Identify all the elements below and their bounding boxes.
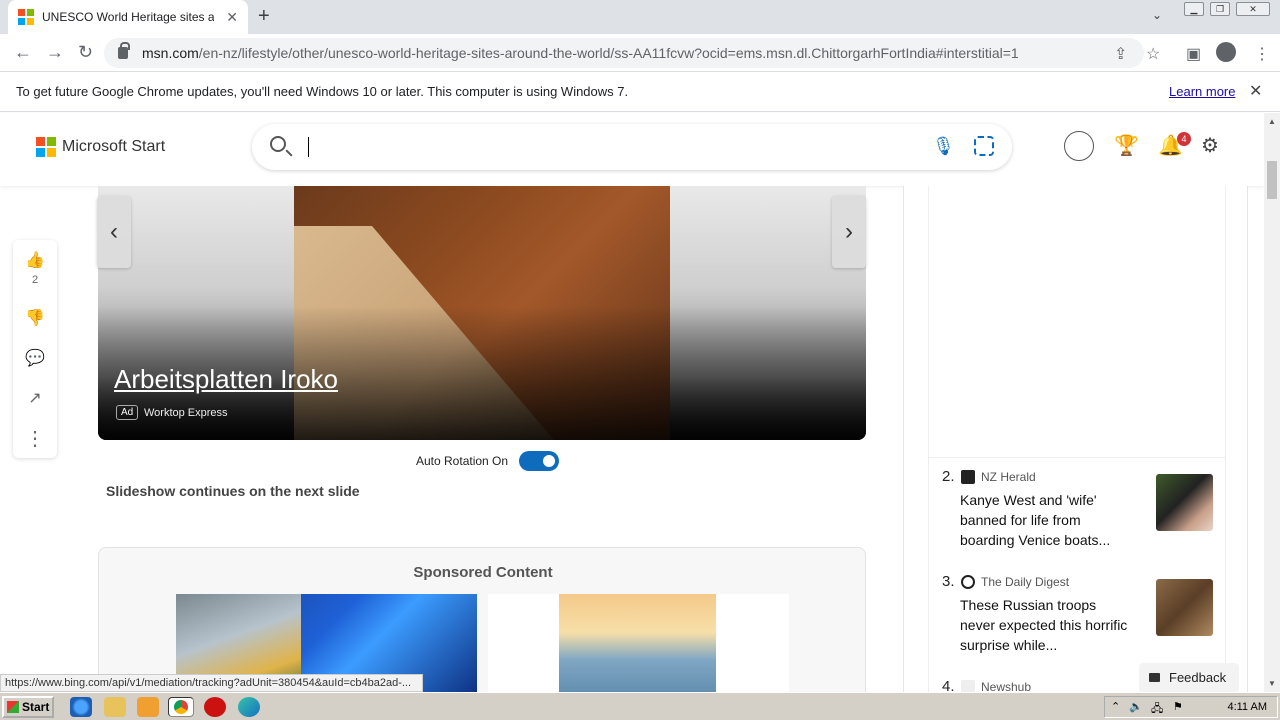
sponsored-card[interactable]	[488, 594, 789, 704]
minimize-button[interactable]: ▁	[1184, 2, 1204, 16]
news-headline[interactable]: Kanye West and 'wife' banned for life fr…	[960, 490, 1130, 550]
tray-expand-arrow-icon[interactable]: ⌃	[1111, 700, 1120, 713]
clock[interactable]: 4:11 AM	[1227, 701, 1267, 713]
ad-placeholder	[928, 186, 1226, 458]
tab-title: UNESCO World Heritage sites around the w…	[42, 10, 214, 24]
opera-icon[interactable]	[204, 697, 226, 717]
system-tray: ⌃ 🔈 🖧 ⚑ 4:11 AM	[1104, 696, 1278, 718]
reload-icon[interactable]: ↻	[78, 42, 93, 62]
ad-source[interactable]: Worktop Express	[144, 407, 228, 419]
rank-number: 3.	[942, 573, 955, 590]
microphone-icon[interactable]: 🎙	[932, 136, 955, 157]
chrome-taskbar-button[interactable]	[168, 697, 194, 717]
auto-rotation-label: Auto Rotation On	[416, 454, 509, 468]
tab-strip: UNESCO World Heritage sites around the w…	[0, 0, 1280, 34]
back-arrow-icon[interactable]: ←	[14, 42, 32, 62]
feedback-button[interactable]: Feedback	[1139, 663, 1239, 693]
share-icon[interactable]: ⇪	[1114, 44, 1127, 64]
daily-digest-logo-icon	[961, 575, 975, 589]
volume-icon[interactable]: 🔈	[1129, 700, 1143, 713]
action-center-flag-icon[interactable]: ⚑	[1173, 700, 1183, 713]
address-bar[interactable]: msn.com/en-nz/lifestyle/other/unesco-wor…	[104, 38, 1144, 68]
profile-icon[interactable]	[1216, 42, 1236, 62]
start-button[interactable]: Start	[2, 696, 54, 718]
notification-badge: 4	[1177, 132, 1191, 146]
microsoft-logo-icon	[36, 137, 56, 157]
slideshow-ad-slide[interactable]: Arbeitsplatten Iroko Ad Worktop Express	[98, 186, 866, 440]
dislike-thumbs-down-icon[interactable]: 👎	[13, 308, 57, 328]
internet-explorer-icon[interactable]	[70, 697, 92, 717]
rank-number: 2.	[942, 468, 955, 485]
share-icon[interactable]: ↗	[13, 388, 57, 408]
news-thumbnail[interactable]	[1156, 474, 1213, 531]
scroll-down-arrow-icon[interactable]: ▼	[1268, 679, 1276, 688]
brand-name: Microsoft Start	[62, 138, 166, 155]
account-avatar-icon[interactable]	[1064, 131, 1094, 161]
visual-search-icon[interactable]	[974, 136, 994, 156]
msn-favicon-icon	[18, 9, 34, 25]
microsoft-start-logo[interactable]: Microsoft Start	[36, 137, 165, 157]
search-icon	[270, 136, 286, 152]
news-headline[interactable]: These Russian troops never expected this…	[960, 595, 1130, 655]
feedback-label: Feedback	[1169, 670, 1227, 685]
trending-news-list: 2. NZ Herald Kanye West and 'wife' banne…	[928, 458, 1227, 695]
new-tab-plus-icon[interactable]: +	[258, 6, 270, 26]
comment-icon[interactable]: 💬	[13, 348, 57, 368]
slideshow-continues-text: Slideshow continues on the next slide	[106, 483, 360, 499]
page-scrollbar[interactable]: ▲ ▼	[1264, 113, 1280, 692]
media-player-icon[interactable]	[137, 697, 159, 717]
infobar-close-icon[interactable]: ✕	[1249, 81, 1262, 101]
ad-tag-badge: Ad	[116, 405, 139, 420]
tab-close-icon[interactable]: ✕	[226, 9, 238, 26]
window-close-button[interactable]: ✕	[1236, 2, 1270, 16]
kebab-menu-icon[interactable]: ⋮	[1254, 44, 1270, 64]
scroll-thumb[interactable]	[1267, 161, 1277, 199]
list-item[interactable]: 3. The Daily Digest These Russian troops…	[929, 573, 1227, 673]
next-slide-button[interactable]: ›	[832, 196, 866, 268]
news-source: NZ Herald	[981, 470, 1036, 484]
lock-icon[interactable]	[118, 42, 130, 59]
windows-logo-icon	[7, 701, 19, 713]
scroll-up-arrow-icon[interactable]: ▲	[1268, 117, 1276, 126]
like-count: 2	[31, 274, 39, 286]
tab-search-chevron-icon[interactable]: ⌄	[1152, 8, 1162, 22]
auto-rotation-toggle[interactable]	[519, 451, 559, 471]
forward-arrow-icon[interactable]: →	[46, 42, 64, 62]
like-thumbs-up-icon[interactable]: 👍	[13, 250, 57, 270]
previous-slide-button[interactable]: ‹	[97, 196, 131, 268]
settings-gear-icon[interactable]: ⚙	[1201, 133, 1219, 158]
learn-more-link[interactable]: Learn more	[1169, 84, 1235, 99]
side-panel-icon[interactable]: ▣	[1186, 44, 1201, 64]
windows-taskbar: Start ⌃ 🔈 🖧 ⚑ 4:11 AM	[0, 692, 1280, 720]
sponsored-header: Sponsored Content	[413, 564, 553, 581]
news-thumbnail[interactable]	[1156, 579, 1213, 636]
feedback-icon	[1149, 673, 1160, 682]
restore-button[interactable]: ❐	[1210, 2, 1230, 16]
reaction-rail: 👍 2 👎 💬 ↗ ⋮	[13, 240, 57, 458]
news-source: The Daily Digest	[981, 575, 1070, 589]
tab-active[interactable]: UNESCO World Heritage sites around the w…	[8, 0, 248, 34]
msn-header: Microsoft Start 🎙 🏆 🔔 4 ⚙	[0, 113, 1264, 186]
nz-herald-logo-icon	[961, 470, 975, 484]
text-caret	[308, 137, 309, 157]
rewards-trophy-icon[interactable]: 🏆	[1114, 133, 1139, 158]
url-text: msn.com/en-nz/lifestyle/other/unesco-wor…	[142, 45, 1019, 61]
update-infobar: To get future Google Chrome updates, you…	[0, 72, 1280, 112]
more-options-icon[interactable]: ⋮	[13, 426, 57, 451]
browser-toolbar: ← → ↻ msn.com/en-nz/lifestyle/other/unes…	[0, 34, 1280, 72]
file-explorer-icon[interactable]	[104, 697, 126, 717]
infobar-message: To get future Google Chrome updates, you…	[16, 84, 629, 99]
network-icon[interactable]: 🖧	[1151, 700, 1163, 719]
list-item[interactable]: 2. NZ Herald Kanye West and 'wife' banne…	[929, 468, 1227, 568]
bookmark-star-icon[interactable]: ☆	[1146, 44, 1160, 64]
status-bar-url: https://www.bing.com/api/v1/mediation/tr…	[0, 674, 423, 692]
right-rail: 2. NZ Herald Kanye West and 'wife' banne…	[903, 186, 1248, 695]
search-input[interactable]: 🎙	[252, 124, 1012, 170]
ad-title-link[interactable]: Arbeitsplatten Iroko	[114, 364, 338, 395]
edge-icon[interactable]	[238, 697, 260, 717]
